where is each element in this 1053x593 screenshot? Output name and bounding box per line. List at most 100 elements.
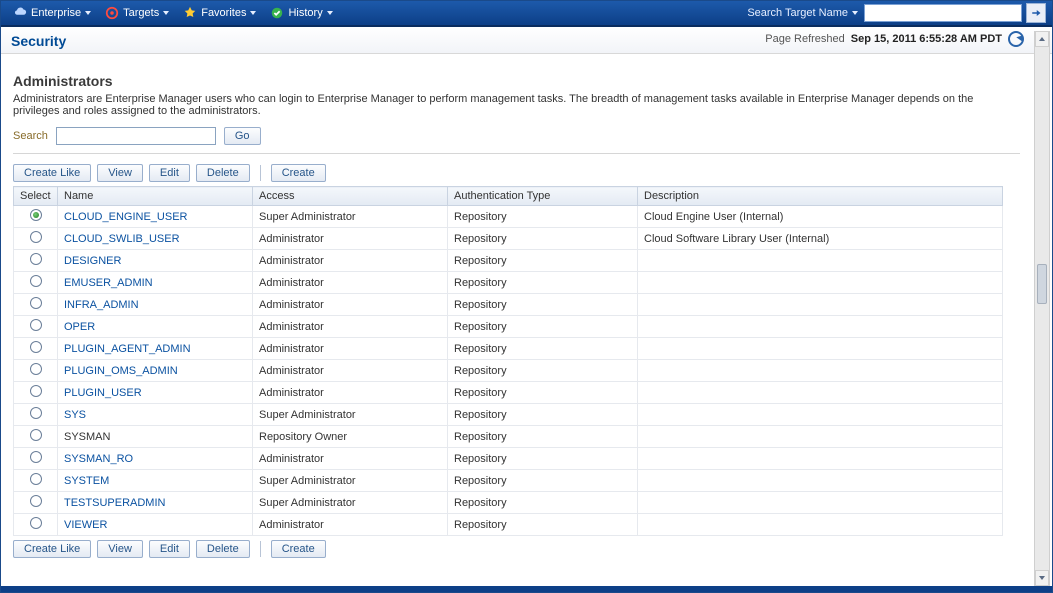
- nav-history[interactable]: History: [264, 3, 338, 23]
- cell-description: Cloud Engine User (Internal): [638, 206, 1003, 228]
- administrator-name-link[interactable]: PLUGIN_USER: [64, 387, 142, 399]
- row-select-radio[interactable]: [30, 231, 42, 243]
- cell-auth: Repository: [448, 470, 638, 492]
- scroll-up-icon[interactable]: [1035, 31, 1049, 47]
- cell-auth: Repository: [448, 426, 638, 448]
- administrator-name-link[interactable]: TESTSUPERADMIN: [64, 497, 165, 509]
- cell-description: [638, 426, 1003, 448]
- administrator-name-link[interactable]: SYS: [64, 409, 86, 421]
- global-search-label[interactable]: Search Target Name: [747, 7, 862, 19]
- row-select-radio[interactable]: [30, 209, 42, 221]
- cell-access: Administrator: [253, 272, 448, 294]
- create-button[interactable]: Create: [271, 164, 326, 182]
- global-search-input[interactable]: [864, 4, 1022, 22]
- col-auth[interactable]: Authentication Type: [448, 187, 638, 206]
- row-select-radio[interactable]: [30, 253, 42, 265]
- administrator-name-link[interactable]: CLOUD_SWLIB_USER: [64, 233, 180, 245]
- administrator-name-link[interactable]: SYSTEM: [64, 475, 109, 487]
- refresh-icon[interactable]: [1008, 31, 1024, 47]
- row-select-radio[interactable]: [30, 407, 42, 419]
- scroll-down-icon[interactable]: [1035, 570, 1049, 586]
- top-nav: Enterprise Targets Favorites: [1, 1, 1052, 27]
- nav-favorites[interactable]: Favorites: [177, 3, 262, 23]
- cell-access: Administrator: [253, 228, 448, 250]
- toolbar-separator: [260, 541, 261, 557]
- administrator-name-link[interactable]: SYSMAN_RO: [64, 453, 133, 465]
- administrator-name-link[interactable]: VIEWER: [64, 519, 107, 531]
- administrator-name-link[interactable]: OPER: [64, 321, 95, 333]
- cell-description: [638, 360, 1003, 382]
- cell-auth: Repository: [448, 316, 638, 338]
- row-select-radio[interactable]: [30, 275, 42, 287]
- content-area: Administrators Administrators are Enterp…: [1, 53, 1032, 592]
- scroll-thumb[interactable]: [1037, 264, 1047, 304]
- cell-access: Administrator: [253, 250, 448, 272]
- cell-description: [638, 448, 1003, 470]
- go-button[interactable]: Go: [224, 127, 261, 145]
- col-select[interactable]: Select: [14, 187, 58, 206]
- nav-enterprise[interactable]: Enterprise: [7, 3, 97, 23]
- delete-button[interactable]: Delete: [196, 164, 250, 182]
- cell-auth: Repository: [448, 404, 638, 426]
- row-select-radio[interactable]: [30, 517, 42, 529]
- create-like-button[interactable]: Create Like: [13, 164, 91, 182]
- col-desc[interactable]: Description: [638, 187, 1003, 206]
- view-button[interactable]: View: [97, 540, 143, 558]
- row-select-radio[interactable]: [30, 341, 42, 353]
- search-field-label: Search: [13, 130, 48, 142]
- chevron-down-icon: [85, 11, 91, 15]
- administrator-name-link[interactable]: CLOUD_ENGINE_USER: [64, 211, 187, 223]
- cell-access: Administrator: [253, 294, 448, 316]
- row-select-radio[interactable]: [30, 473, 42, 485]
- table-row: DESIGNERAdministratorRepository: [14, 250, 1003, 272]
- table-row: EMUSER_ADMINAdministratorRepository: [14, 272, 1003, 294]
- cell-access: Administrator: [253, 360, 448, 382]
- nav-targets[interactable]: Targets: [99, 3, 175, 23]
- administrator-name-link[interactable]: INFRA_ADMIN: [64, 299, 139, 311]
- create-like-button[interactable]: Create Like: [13, 540, 91, 558]
- col-name[interactable]: Name: [58, 187, 253, 206]
- row-select-radio[interactable]: [30, 495, 42, 507]
- row-select-radio[interactable]: [30, 319, 42, 331]
- nav-label: Targets: [123, 7, 159, 19]
- app-window: Enterprise Targets Favorites: [0, 0, 1053, 593]
- section-description: Administrators are Enterprise Manager us…: [13, 93, 993, 117]
- delete-button[interactable]: Delete: [196, 540, 250, 558]
- table-row: PLUGIN_AGENT_ADMINAdministratorRepositor…: [14, 338, 1003, 360]
- cell-auth: Repository: [448, 360, 638, 382]
- global-search-go-button[interactable]: [1026, 3, 1046, 23]
- view-button[interactable]: View: [97, 164, 143, 182]
- vertical-scrollbar[interactable]: [1034, 31, 1050, 586]
- cell-access: Super Administrator: [253, 492, 448, 514]
- edit-button[interactable]: Edit: [149, 540, 190, 558]
- row-select-radio[interactable]: [30, 363, 42, 375]
- cell-description: [638, 272, 1003, 294]
- chevron-down-icon: [327, 11, 333, 15]
- table-row: PLUGIN_USERAdministratorRepository: [14, 382, 1003, 404]
- administrator-name-link[interactable]: PLUGIN_AGENT_ADMIN: [64, 343, 191, 355]
- table-row: TESTSUPERADMIN Super AdministratorReposit…: [14, 492, 1003, 514]
- cell-auth: Repository: [448, 492, 638, 514]
- target-icon: [105, 6, 119, 20]
- row-select-radio[interactable]: [30, 297, 42, 309]
- cell-access: Administrator: [253, 338, 448, 360]
- edit-button[interactable]: Edit: [149, 164, 190, 182]
- search-input[interactable]: [56, 127, 216, 145]
- administrator-name-link[interactable]: DESIGNER: [64, 255, 121, 267]
- row-select-radio[interactable]: [30, 429, 42, 441]
- col-access[interactable]: Access: [253, 187, 448, 206]
- cell-description: [638, 338, 1003, 360]
- administrator-name-link[interactable]: PLUGIN_OMS_ADMIN: [64, 365, 178, 377]
- cell-access: Super Administrator: [253, 404, 448, 426]
- table-row: CLOUD_SWLIB_USERAdministratorRepositoryC…: [14, 228, 1003, 250]
- cell-access: Administrator: [253, 448, 448, 470]
- administrators-table: Select Name Access Authentication Type D…: [13, 186, 1003, 536]
- create-button[interactable]: Create: [271, 540, 326, 558]
- cell-auth: Repository: [448, 294, 638, 316]
- administrator-name-link[interactable]: EMUSER_ADMIN: [64, 277, 153, 289]
- divider: [13, 153, 1020, 154]
- row-select-radio[interactable]: [30, 385, 42, 397]
- row-select-radio[interactable]: [30, 451, 42, 463]
- cell-description: [638, 514, 1003, 536]
- table-row: SYSMAN_ROAdministratorRepository: [14, 448, 1003, 470]
